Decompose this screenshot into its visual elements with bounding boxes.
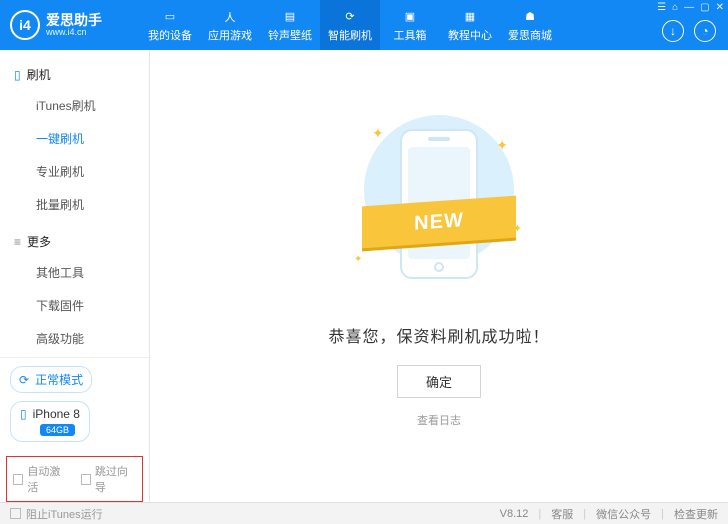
nav-toolbox[interactable]: ▣工具箱 xyxy=(380,0,440,50)
check-update-link[interactable]: 检查更新 xyxy=(674,506,718,522)
device-chip[interactable]: ▯ iPhone 8 64GB xyxy=(10,401,90,442)
block-itunes-checkbox[interactable]: 阻止iTunes运行 xyxy=(10,506,103,522)
phone-icon: ▯ xyxy=(14,68,21,82)
media-icon: ▤ xyxy=(281,8,299,26)
close-button[interactable]: ✕ xyxy=(716,2,724,13)
device-mode-chip[interactable]: ⟳正常模式 xyxy=(10,366,92,393)
app-subtitle: www.i4.cn xyxy=(46,27,102,38)
nav-tutorial[interactable]: ▦教程中心 xyxy=(440,0,500,50)
support-link[interactable]: 客服 xyxy=(551,506,573,522)
app-logo[interactable]: i4 爱思助手 www.i4.cn xyxy=(0,10,140,40)
flash-options-highlight: 自动激活 跳过向导 xyxy=(6,456,143,502)
success-message: 恭喜您，保资料刷机成功啦！ xyxy=(328,323,549,347)
header: i4 爱思助手 www.i4.cn ▭我的设备 人应用游戏 ▤铃声壁纸 ⟳智能刷… xyxy=(0,0,728,50)
refresh-icon: ⟳ xyxy=(19,373,29,387)
nav-smart-flash[interactable]: ⟳智能刷机 xyxy=(320,0,380,50)
nav-ringtone-wallpaper[interactable]: ▤铃声壁纸 xyxy=(260,0,320,50)
wechat-link[interactable]: 微信公众号 xyxy=(596,506,651,522)
window-controls: ☰ ⌂ — ▢ ✕ xyxy=(657,2,724,13)
status-bar: 阻止iTunes运行 V8.12| 客服| 微信公众号| 检查更新 xyxy=(0,502,728,524)
lock-icon[interactable]: ⌂ xyxy=(672,2,678,13)
device-icon: ▯ xyxy=(20,407,27,421)
sidebar-item-download-firmware[interactable]: 下载固件 xyxy=(36,289,149,322)
sidebar-item-other-tools[interactable]: 其他工具 xyxy=(36,256,149,289)
download-icon: ↓ xyxy=(670,24,676,38)
ok-button[interactable]: 确定 xyxy=(397,365,481,398)
apps-icon: 人 xyxy=(221,8,239,26)
flash-icon: ⟳ xyxy=(341,8,359,26)
storage-badge: 64GB xyxy=(40,424,75,436)
minimize-button[interactable]: — xyxy=(684,2,694,13)
main-content: ✦✦✦✦ NEW 恭喜您，保资料刷机成功啦！ 确定 查看日志 xyxy=(150,50,728,502)
skip-wizard-checkbox[interactable]: 跳过向导 xyxy=(81,463,137,495)
top-nav: ▭我的设备 人应用游戏 ▤铃声壁纸 ⟳智能刷机 ▣工具箱 ▦教程中心 ☗爱思商城 xyxy=(140,0,560,50)
more-icon: ≡ xyxy=(14,235,21,249)
tutorial-icon: ▦ xyxy=(461,8,479,26)
app-title: 爱思助手 xyxy=(46,13,102,27)
sidebar-item-pro-flash[interactable]: 专业刷机 xyxy=(36,155,149,188)
logo-icon: i4 xyxy=(10,10,40,40)
toolbox-icon: ▣ xyxy=(401,8,419,26)
sidebar-item-oneclick-flash[interactable]: 一键刷机 xyxy=(36,122,149,155)
device-name: iPhone 8 xyxy=(33,407,80,421)
sidebar-group-more[interactable]: ≡更多 xyxy=(14,227,149,256)
auto-activate-checkbox[interactable]: 自动激活 xyxy=(13,463,69,495)
device-icon: ▭ xyxy=(161,8,179,26)
maximize-button[interactable]: ▢ xyxy=(700,2,709,13)
download-button[interactable]: ↓ xyxy=(662,20,684,42)
nav-store[interactable]: ☗爱思商城 xyxy=(500,0,560,50)
sidebar-item-advanced[interactable]: 高级功能 xyxy=(36,322,149,355)
sidebar-item-batch-flash[interactable]: 批量刷机 xyxy=(36,188,149,221)
menu-icon[interactable]: ☰ xyxy=(657,2,666,13)
user-icon: ◔ xyxy=(701,24,708,38)
success-illustration: ✦✦✦✦ NEW xyxy=(354,115,524,305)
sidebar-group-flash[interactable]: ▯刷机 xyxy=(14,60,149,89)
nav-apps-games[interactable]: 人应用游戏 xyxy=(200,0,260,50)
version-label: V8.12 xyxy=(500,508,529,520)
store-icon: ☗ xyxy=(521,8,539,26)
view-log-link[interactable]: 查看日志 xyxy=(417,412,461,428)
account-button[interactable]: ◔ xyxy=(694,20,716,42)
sidebar: ▯刷机 iTunes刷机 一键刷机 专业刷机 批量刷机 ≡更多 其他工具 下载固… xyxy=(0,50,150,502)
nav-my-device[interactable]: ▭我的设备 xyxy=(140,0,200,50)
sidebar-item-itunes-flash[interactable]: iTunes刷机 xyxy=(36,89,149,122)
